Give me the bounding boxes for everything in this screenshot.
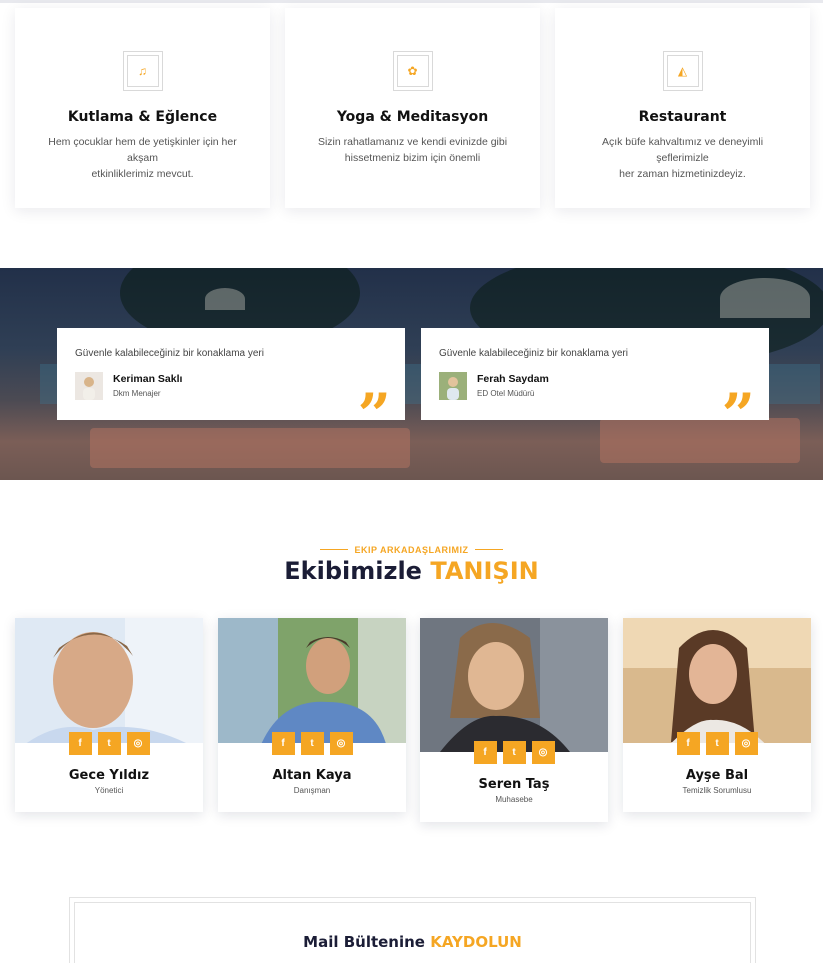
newsletter-title: Mail Bültenine KAYDOLUN bbox=[303, 933, 522, 951]
facebook-icon[interactable]: f bbox=[676, 732, 700, 755]
testimonial-card: Güvenle kalabileceğiniz bir konaklama ye… bbox=[421, 328, 769, 420]
newsletter-section: Mail Bültenine KAYDOLUN bbox=[69, 897, 756, 963]
team-member-card: f t ◎ Ayşe Bal Temizlik Sorumlusu bbox=[623, 618, 811, 812]
member-photo bbox=[623, 618, 811, 743]
facebook-icon[interactable]: f bbox=[271, 732, 295, 755]
instagram-icon[interactable]: ◎ bbox=[531, 741, 555, 764]
member-name: Seren Taş bbox=[478, 777, 550, 792]
testimonial-role: Dkm Menajer bbox=[113, 389, 161, 398]
team-member-card: f t ◎ Seren Taş Muhasebe bbox=[420, 618, 608, 822]
testimonial-text: Güvenle kalabileceğiniz bir konaklama ye… bbox=[75, 348, 264, 359]
top-divider bbox=[0, 0, 823, 3]
social-links: f t ◎ bbox=[623, 732, 811, 755]
member-name: Ayşe Bal bbox=[685, 768, 749, 783]
member-name: Gece Yıldız bbox=[68, 768, 150, 783]
service-title: Kutlama & Eğlence bbox=[67, 109, 218, 125]
instagram-icon[interactable]: ◎ bbox=[734, 732, 758, 755]
lotus-icon: ✿ bbox=[392, 51, 433, 91]
service-description: Hem çocuklar hem de yetişkinler için her… bbox=[48, 136, 237, 180]
service-card-yoga: ✿ Yoga & Meditasyon Sizin rahatlamanız v… bbox=[285, 8, 540, 208]
instagram-icon[interactable]: ◎ bbox=[329, 732, 353, 755]
service-title: Yoga & Meditasyon bbox=[336, 109, 489, 125]
twitter-icon[interactable]: t bbox=[300, 732, 324, 755]
testimonial-card: Güvenle kalabileceğiniz bir konaklama ye… bbox=[57, 328, 405, 420]
member-photo bbox=[218, 618, 406, 743]
facebook-icon[interactable]: f bbox=[473, 741, 497, 764]
quote-icon: ” bbox=[721, 386, 755, 420]
service-description: Açık büfe kahvaltımız ve deneyimli şefle… bbox=[601, 136, 764, 180]
social-links: f t ◎ bbox=[15, 732, 203, 755]
member-photo bbox=[420, 618, 608, 752]
member-name: Altan Kaya bbox=[272, 768, 352, 783]
facebook-icon[interactable]: f bbox=[68, 732, 92, 755]
twitter-icon[interactable]: t bbox=[97, 732, 121, 755]
avatar bbox=[439, 372, 467, 400]
service-card-restaurant: ◭ Restaurant Açık büfe kahvaltımız ve de… bbox=[555, 8, 810, 208]
services-section: ♫ Kutlama & Eğlence Hem çocuklar hem de … bbox=[15, 8, 810, 208]
member-role: Muhasebe bbox=[495, 795, 533, 804]
testimonial-role: ED Otel Müdürü bbox=[477, 389, 535, 398]
twitter-icon[interactable]: t bbox=[705, 732, 729, 755]
music-note-icon: ♫ bbox=[122, 51, 163, 91]
social-links: f t ◎ bbox=[420, 741, 608, 764]
instagram-icon[interactable]: ◎ bbox=[126, 732, 150, 755]
service-title: Restaurant bbox=[638, 109, 727, 125]
member-role: Temizlik Sorumlusu bbox=[682, 786, 752, 795]
team-heading: Ekibimizle TANIŞIN bbox=[284, 557, 539, 585]
member-role: Yönetici bbox=[94, 786, 124, 795]
member-role: Danışman bbox=[293, 786, 331, 795]
social-links: f t ◎ bbox=[218, 732, 406, 755]
service-description: Sizin rahatlamanız ve kendi evinizde gib… bbox=[317, 136, 508, 164]
testimonial-name: Ferah Saydam bbox=[477, 373, 549, 385]
testimonial-text: Güvenle kalabileceğiniz bir konaklama ye… bbox=[439, 348, 628, 359]
avatar bbox=[75, 372, 103, 400]
twitter-icon[interactable]: t bbox=[502, 741, 526, 764]
service-card-celebration: ♫ Kutlama & Eğlence Hem çocuklar hem de … bbox=[15, 8, 270, 208]
pizza-icon: ◭ bbox=[662, 51, 703, 91]
quote-icon: ” bbox=[357, 386, 391, 420]
member-photo bbox=[15, 618, 203, 743]
testimonials-section: Güvenle kalabileceğiniz bir konaklama ye… bbox=[0, 268, 823, 480]
team-member-card: f t ◎ Gece Yıldız Yönetici bbox=[15, 618, 203, 812]
testimonial-name: Keriman Saklı bbox=[113, 373, 183, 385]
team-member-card: f t ◎ Altan Kaya Danışman bbox=[218, 618, 406, 812]
